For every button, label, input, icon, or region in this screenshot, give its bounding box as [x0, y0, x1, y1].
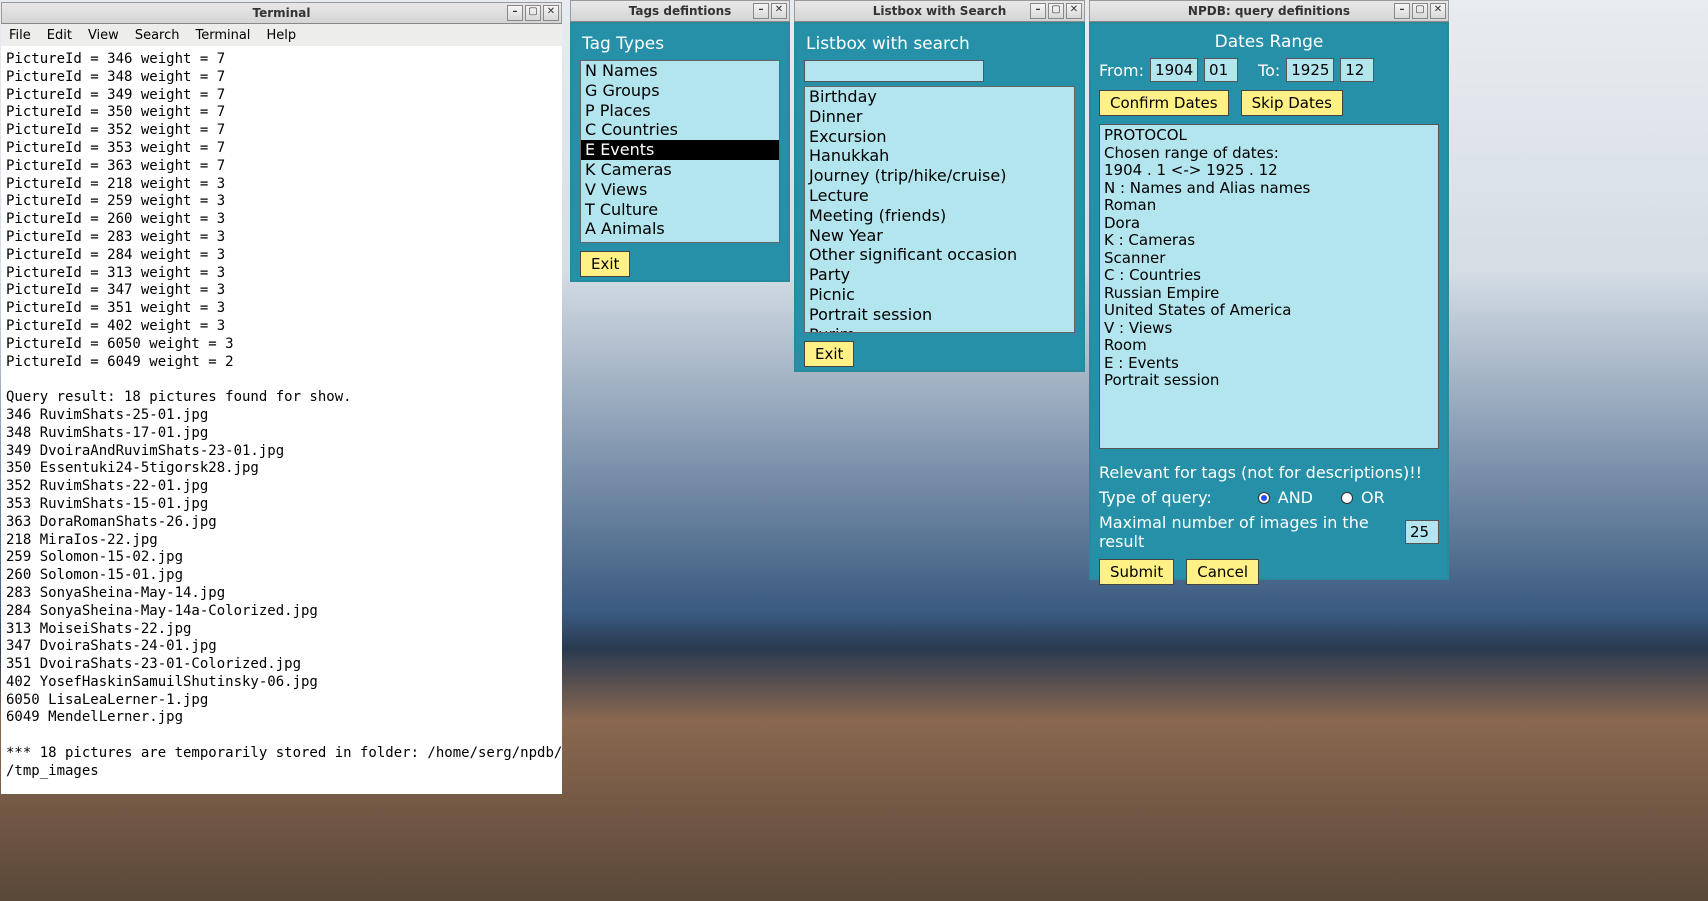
protocol-line: C : Countries	[1104, 267, 1434, 285]
confirm-dates-button[interactable]: Confirm Dates	[1099, 90, 1229, 116]
close-icon[interactable]: ✕	[543, 5, 559, 21]
from-year-input[interactable]	[1150, 58, 1198, 82]
query-titlebar[interactable]: NPDB: query definitions – ▢ ✕	[1089, 0, 1449, 22]
events-listbox[interactable]: BirthdayDinnerExcursionHanukkahJourney (…	[804, 86, 1075, 333]
listbox-titlebar[interactable]: Listbox with Search – ▢ ✕	[794, 0, 1085, 22]
protocol-line: Roman	[1104, 197, 1434, 215]
tags-heading: Tag Types	[582, 34, 780, 54]
menu-file[interactable]: File	[9, 28, 31, 43]
listbox-item[interactable]: Lecture	[805, 186, 1074, 206]
to-year-input[interactable]	[1286, 58, 1334, 82]
tags-item[interactable]: T Culture	[581, 200, 779, 220]
protocol-line: Scanner	[1104, 250, 1434, 268]
listbox-item[interactable]: Other significant occasion	[805, 245, 1074, 265]
menu-search[interactable]: Search	[135, 28, 180, 43]
listbox-item[interactable]: Portrait session	[805, 305, 1074, 325]
tags-item[interactable]: K Cameras	[581, 160, 779, 180]
listbox-item[interactable]: Journey (trip/hike/cruise)	[805, 166, 1074, 186]
listbox-item[interactable]: New Year	[805, 226, 1074, 246]
protocol-line: Russian Empire	[1104, 285, 1434, 303]
tags-item[interactable]: C Countries	[581, 120, 779, 140]
minimize-icon[interactable]: –	[753, 3, 769, 19]
to-month-input[interactable]	[1340, 58, 1374, 82]
terminal-title: Terminal	[252, 6, 310, 20]
submit-button[interactable]: Submit	[1099, 559, 1174, 585]
tags-window: Tags defintions – ✕ Tag Types N NamesG G…	[570, 0, 790, 282]
listbox-item[interactable]: Excursion	[805, 127, 1074, 147]
maximize-icon[interactable]: ▢	[1412, 3, 1428, 19]
protocol-line: Portrait session	[1104, 372, 1434, 390]
listbox-item[interactable]: Hanukkah	[805, 146, 1074, 166]
tags-item[interactable]: N Names	[581, 61, 779, 81]
listbox-item[interactable]: Birthday	[805, 87, 1074, 107]
protocol-line: PROTOCOL	[1104, 127, 1434, 145]
radio-and[interactable]	[1258, 492, 1270, 504]
menu-terminal[interactable]: Terminal	[195, 28, 250, 43]
listbox-item[interactable]: Dinner	[805, 107, 1074, 127]
listbox-window: Listbox with Search – ▢ ✕ Listbox with s…	[794, 0, 1085, 372]
tags-item[interactable]: G Groups	[581, 81, 779, 101]
skip-dates-button[interactable]: Skip Dates	[1241, 90, 1343, 116]
listbox-item[interactable]: Meeting (friends)	[805, 206, 1074, 226]
tags-item[interactable]: A Animals	[581, 219, 779, 239]
query-title: NPDB: query definitions	[1188, 4, 1350, 18]
protocol-textbox[interactable]: PROTOCOLChosen range of dates:1904 . 1 <…	[1099, 124, 1439, 449]
terminal-window: Terminal – ▢ ✕ File Edit View Search Ter…	[1, 2, 562, 794]
relevant-label: Relevant for tags (not for descriptions)…	[1099, 463, 1439, 482]
listbox-item[interactable]: Purim	[805, 325, 1074, 333]
maximize-icon[interactable]: ▢	[1048, 3, 1064, 19]
protocol-line: K : Cameras	[1104, 232, 1434, 250]
menu-help[interactable]: Help	[266, 28, 296, 43]
cancel-button[interactable]: Cancel	[1186, 559, 1259, 585]
and-label: AND	[1278, 488, 1313, 507]
protocol-line: Dora	[1104, 215, 1434, 233]
max-images-label: Maximal number of images in the result	[1099, 513, 1397, 551]
or-label: OR	[1361, 488, 1385, 507]
type-query-label: Type of query:	[1099, 488, 1212, 507]
tags-item[interactable]: P Places	[581, 101, 779, 121]
protocol-line: Room	[1104, 337, 1434, 355]
minimize-icon[interactable]: –	[1394, 3, 1410, 19]
tags-item[interactable]: S Surnames	[581, 239, 779, 243]
tags-listbox[interactable]: N NamesG GroupsP PlacesC CountriesE Even…	[580, 60, 780, 243]
minimize-icon[interactable]: –	[507, 5, 523, 21]
tags-item[interactable]: V Views	[581, 180, 779, 200]
from-month-input[interactable]	[1204, 58, 1238, 82]
listbox-item[interactable]: Party	[805, 265, 1074, 285]
protocol-line: V : Views	[1104, 320, 1434, 338]
menu-edit[interactable]: Edit	[47, 28, 72, 43]
close-icon[interactable]: ✕	[1066, 3, 1082, 19]
protocol-line: Chosen range of dates:	[1104, 145, 1434, 163]
protocol-line: 1904 . 1 <-> 1925 . 12	[1104, 162, 1434, 180]
menu-view[interactable]: View	[88, 28, 119, 43]
max-images-input[interactable]	[1405, 520, 1439, 544]
listbox-title: Listbox with Search	[873, 4, 1007, 18]
to-label: To:	[1258, 61, 1280, 80]
tags-item[interactable]: E Events	[581, 140, 779, 160]
close-icon[interactable]: ✕	[1430, 3, 1446, 19]
query-window: NPDB: query definitions – ▢ ✕ Dates Rang…	[1089, 0, 1449, 580]
maximize-icon[interactable]: ▢	[525, 5, 541, 21]
minimize-icon[interactable]: –	[1030, 3, 1046, 19]
listbox-exit-button[interactable]: Exit	[804, 341, 854, 367]
listbox-item[interactable]: Picnic	[805, 285, 1074, 305]
tags-titlebar[interactable]: Tags defintions – ✕	[570, 0, 790, 22]
radio-or[interactable]	[1341, 492, 1353, 504]
protocol-line: E : Events	[1104, 355, 1434, 373]
from-label: From:	[1099, 61, 1144, 80]
dates-heading: Dates Range	[1099, 32, 1439, 52]
close-icon[interactable]: ✕	[771, 3, 787, 19]
terminal-titlebar[interactable]: Terminal – ▢ ✕	[1, 2, 562, 24]
search-input[interactable]	[804, 60, 984, 82]
terminal-menubar: File Edit View Search Terminal Help	[1, 24, 562, 48]
protocol-line: N : Names and Alias names	[1104, 180, 1434, 198]
terminal-output[interactable]: PictureId = 346 weight = 7 PictureId = 3…	[1, 46, 562, 794]
listbox-heading: Listbox with search	[806, 34, 1075, 54]
tags-exit-button[interactable]: Exit	[580, 251, 630, 277]
protocol-line: United States of America	[1104, 302, 1434, 320]
tags-title: Tags defintions	[629, 4, 732, 18]
